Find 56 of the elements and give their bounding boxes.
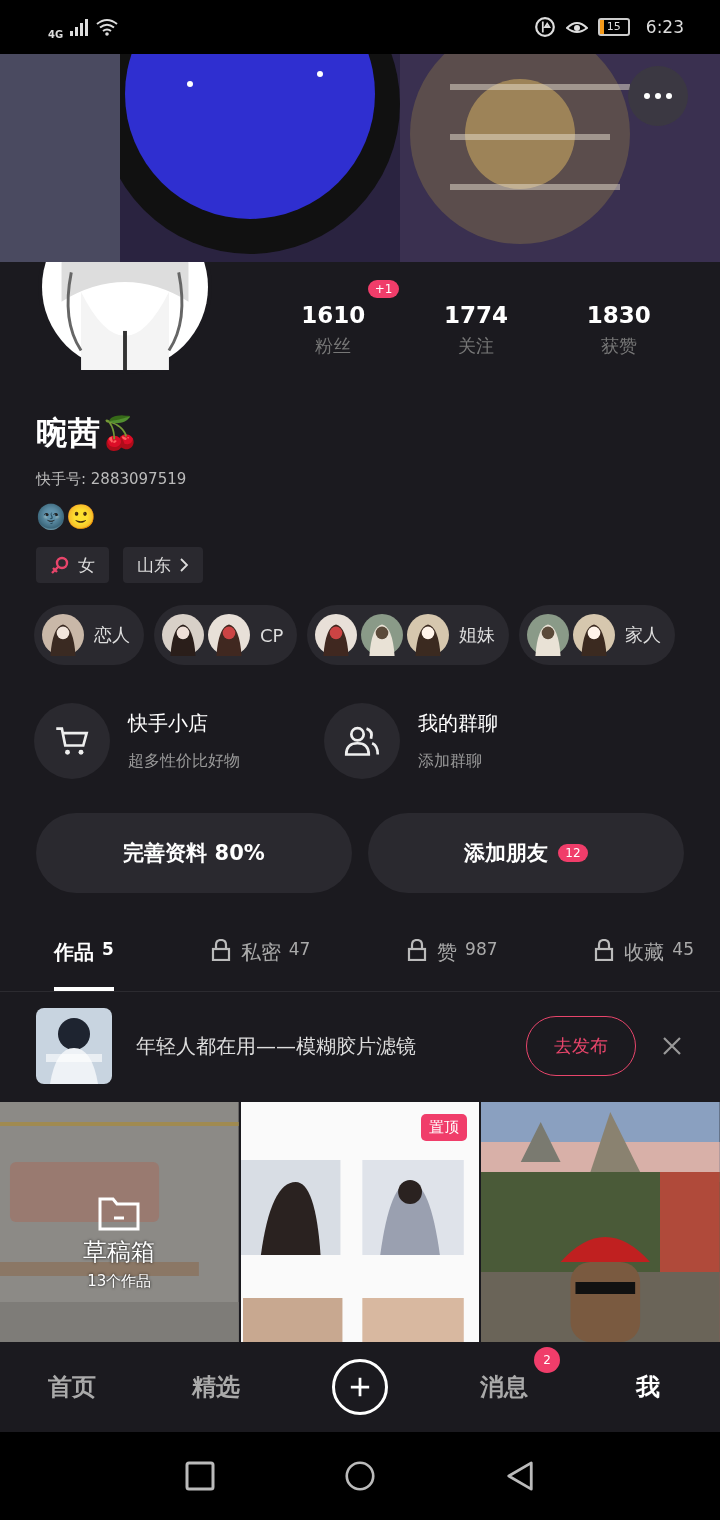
stat-value: 1830 [586, 302, 651, 328]
action-button[interactable]: 添加朋友 12 [368, 813, 684, 893]
pinned-badge: 置顶 [421, 1114, 468, 1141]
user-name: 晼茜🍒 [36, 413, 140, 454]
data-saver-icon [533, 16, 556, 38]
female-icon [50, 555, 70, 575]
drafts-title: 草稿箱 [83, 1236, 156, 1268]
home-button[interactable] [345, 1461, 375, 1491]
relation-chip[interactable]: 姐妹 [307, 605, 510, 665]
battery-level: 15 [605, 20, 622, 34]
service-title: 快手小店 [128, 710, 209, 737]
location-tag[interactable]: 山东 [123, 547, 203, 583]
nav-tab[interactable]: 精选 [186, 1367, 246, 1407]
signature: 🌚🙂 [36, 503, 96, 531]
network-label: 4G [48, 28, 64, 40]
nav-tab[interactable]: 消息 [474, 1367, 534, 1407]
tab[interactable]: 收藏 45 [594, 929, 694, 991]
promo-text: 年轻人都在用——模糊胶片滤镜 [136, 1032, 416, 1060]
nav-tab[interactable]: 我 [630, 1367, 666, 1407]
chevron-right-icon [179, 557, 189, 573]
service-subtitle: 超多性价比好物 [128, 751, 240, 772]
create-button[interactable] [332, 1359, 388, 1415]
wifi-icon [95, 18, 120, 36]
tag-label: 山东 [137, 553, 171, 577]
new-count-badge: +1 [367, 280, 400, 298]
back-button[interactable] [505, 1461, 535, 1491]
gender-tag[interactable]: 女 [36, 547, 109, 583]
stat-label: 关注 [457, 334, 494, 358]
user-id: 快手号: 2883097519 [36, 470, 187, 489]
count-badge: 12 [558, 844, 588, 862]
relation-label: 恋人 [94, 623, 130, 647]
tag-label: 女 [78, 553, 95, 577]
stat-label: 粉丝 [315, 334, 352, 358]
service-subtitle: 添加群聊 [418, 751, 483, 772]
relation-label: 家人 [625, 623, 662, 647]
relation-chip[interactable]: 家人 [519, 605, 676, 665]
relation-chip[interactable]: 恋人 [34, 605, 144, 665]
stat-label: 获赞 [600, 334, 637, 358]
signal-icon [69, 18, 90, 36]
recent-apps-button[interactable] [185, 1461, 215, 1491]
plus-icon [349, 1376, 371, 1398]
tab[interactable]: 赞 987 [407, 929, 498, 991]
tab[interactable]: 作品 5 [54, 929, 114, 991]
stat-value: 1610 [301, 302, 366, 328]
relation-label: CP [260, 624, 284, 646]
relation-chip[interactable]: CP [154, 605, 298, 665]
close-icon [662, 1036, 682, 1056]
clock: 6:23 [645, 17, 684, 37]
relation-label: 姐妹 [459, 623, 496, 647]
tab[interactable]: 私密 47 [210, 929, 311, 991]
nav-tab[interactable]: 首页 [42, 1367, 102, 1407]
service-title: 我的群聊 [418, 710, 498, 737]
notification-badge: 2 [534, 1347, 560, 1373]
stat-value: 1774 [443, 302, 508, 328]
drafts-count: 13个作品 [87, 1271, 152, 1291]
action-button[interactable]: 完善资料 80% [36, 813, 352, 893]
